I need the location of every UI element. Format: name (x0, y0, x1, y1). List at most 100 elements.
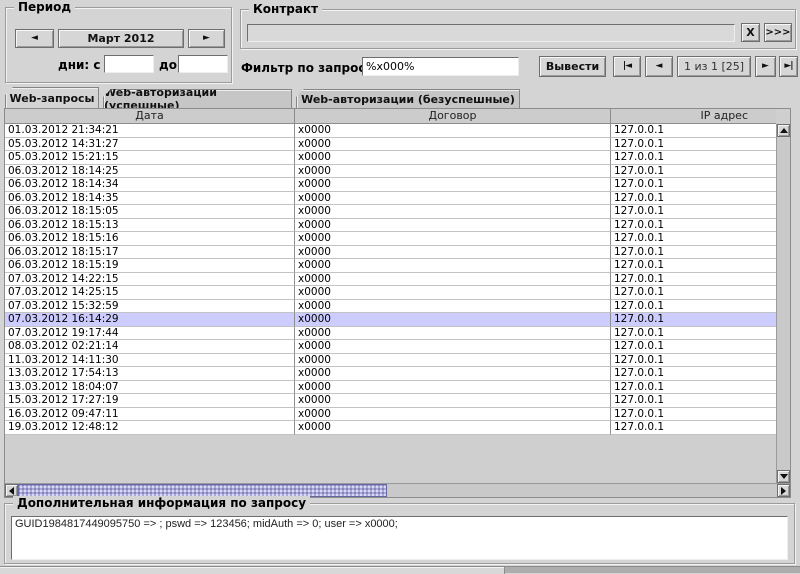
scroll-up-button[interactable] (777, 124, 790, 137)
table-cell-date: 01.03.2012 21:34:21 (5, 124, 295, 138)
table-row[interactable]: 06.03.2012 18:14:35x0000127.0.0.1 (5, 192, 776, 206)
outer-horizontal-scrollbar[interactable] (0, 566, 800, 573)
table-cell-date: 06.03.2012 18:14:35 (5, 192, 295, 206)
table-cell-contract: x0000 (295, 178, 611, 192)
table-cell-ip: 127.0.0.1 (611, 138, 776, 152)
table-row[interactable]: 06.03.2012 18:15:05x0000127.0.0.1 (5, 205, 776, 219)
table-cell-contract: x0000 (295, 205, 611, 219)
table-row[interactable]: 06.03.2012 18:15:19x0000127.0.0.1 (5, 259, 776, 273)
prev-month-button[interactable]: ◄ (15, 29, 54, 48)
next-month-button[interactable]: ► (188, 29, 225, 48)
contract-select-button[interactable]: >>> (764, 23, 792, 42)
tab-web-auth-fail[interactable]: Web-авторизации (безуспешные) (296, 89, 520, 108)
table-row[interactable]: 08.03.2012 02:21:14x0000127.0.0.1 (5, 340, 776, 354)
scroll-right-icon (781, 487, 786, 495)
table-cell-ip: 127.0.0.1 (611, 232, 776, 246)
table-cell-ip: 127.0.0.1 (611, 381, 776, 395)
day-from-input[interactable] (104, 55, 154, 73)
table-row[interactable]: 05.03.2012 14:31:27x0000127.0.0.1 (5, 138, 776, 152)
table-cell-date: 15.03.2012 17:27:19 (5, 394, 295, 408)
contract-clear-button[interactable]: X (741, 23, 760, 42)
table-cell-contract: x0000 (295, 232, 611, 246)
table-cell-contract: x0000 (295, 421, 611, 435)
table-row[interactable]: 06.03.2012 18:15:16x0000127.0.0.1 (5, 232, 776, 246)
scroll-right-button[interactable] (777, 484, 790, 497)
table-cell-ip: 127.0.0.1 (611, 178, 776, 192)
table-row[interactable]: 07.03.2012 19:17:44x0000127.0.0.1 (5, 327, 776, 341)
filter-input[interactable] (362, 57, 519, 76)
table-cell-contract: x0000 (295, 138, 611, 152)
pager-counter: 1 из 1 [25] (677, 56, 751, 77)
table-cell-date: 07.03.2012 19:17:44 (5, 327, 295, 341)
request-info-text[interactable]: GUID1984817449095750 => ; pswd => 123456… (11, 516, 788, 560)
table-cell-date: 07.03.2012 14:22:15 (5, 273, 295, 287)
table-row[interactable]: 06.03.2012 18:15:17x0000127.0.0.1 (5, 246, 776, 260)
table-row[interactable]: 07.03.2012 14:25:15x0000127.0.0.1 (5, 286, 776, 300)
contract-title: Контракт (249, 2, 322, 16)
next-month-icon: ► (203, 34, 210, 43)
days-from-label: дни: с (58, 58, 100, 72)
prev-month-icon: ◄ (31, 34, 38, 43)
table-cell-contract: x0000 (295, 165, 611, 179)
scroll-up-icon (780, 128, 788, 133)
table-cell-contract: x0000 (295, 124, 611, 138)
vertical-scrollbar[interactable] (776, 124, 790, 483)
scroll-left-icon (9, 487, 14, 495)
table-row[interactable]: 07.03.2012 16:14:29x0000127.0.0.1 (5, 313, 776, 327)
column-header-contract[interactable]: Договор (295, 109, 611, 124)
table-cell-contract: x0000 (295, 394, 611, 408)
table-cell-contract: x0000 (295, 273, 611, 287)
table-cell-contract: x0000 (295, 246, 611, 260)
table-cell-ip: 127.0.0.1 (611, 151, 776, 165)
table-header: Дата Договор IP адрес (5, 109, 776, 124)
tab-web-auth-success[interactable]: Web-авторизации (успешные) (103, 89, 292, 108)
app-window: { "period": { "title": "Период", "prev_i… (0, 0, 800, 573)
table-cell-date: 05.03.2012 15:21:15 (5, 151, 295, 165)
table-row[interactable]: 19.03.2012 12:48:12x0000127.0.0.1 (5, 421, 776, 435)
pager-last-button[interactable]: ►| (779, 56, 798, 77)
pager-first-button[interactable]: |◄ (613, 56, 641, 77)
table-cell-date: 06.03.2012 18:15:17 (5, 246, 295, 260)
pager-prev-button[interactable]: ◄ (645, 56, 673, 77)
table-cell-contract: x0000 (295, 192, 611, 206)
additional-info-title: Дополнительная информация по запросу (13, 496, 310, 510)
table-cell-contract: x0000 (295, 408, 611, 422)
horizontal-scrollbar[interactable] (5, 483, 790, 497)
table-row[interactable]: 06.03.2012 18:14:34x0000127.0.0.1 (5, 178, 776, 192)
table-cell-ip: 127.0.0.1 (611, 367, 776, 381)
table-row[interactable]: 06.03.2012 18:14:25x0000127.0.0.1 (5, 165, 776, 179)
table-cell-date: 07.03.2012 15:32:59 (5, 300, 295, 314)
requests-table: Дата Договор IP адрес 01.03.2012 21:34:2… (4, 108, 791, 498)
prev-page-icon: ◄ (656, 62, 663, 71)
scroll-down-icon (780, 474, 788, 479)
table-cell-date: 08.03.2012 02:21:14 (5, 340, 295, 354)
table-row[interactable]: 06.03.2012 18:15:13x0000127.0.0.1 (5, 219, 776, 233)
table-row[interactable]: 07.03.2012 15:32:59x0000127.0.0.1 (5, 300, 776, 314)
table-cell-contract: x0000 (295, 259, 611, 273)
table-row[interactable]: 05.03.2012 15:21:15x0000127.0.0.1 (5, 151, 776, 165)
table-cell-contract: x0000 (295, 354, 611, 368)
day-to-input[interactable] (178, 55, 228, 73)
tab-web-requests[interactable]: Web-запросы (5, 87, 99, 108)
table-rows: 01.03.2012 21:34:21x0000127.0.0.105.03.2… (5, 124, 776, 483)
contract-field[interactable] (247, 24, 735, 42)
scroll-down-button[interactable] (777, 470, 790, 483)
table-cell-ip: 127.0.0.1 (611, 165, 776, 179)
column-header-date[interactable]: Дата (5, 109, 295, 124)
table-cell-ip: 127.0.0.1 (611, 246, 776, 260)
table-cell-contract: x0000 (295, 340, 611, 354)
table-row[interactable]: 13.03.2012 17:54:13x0000127.0.0.1 (5, 367, 776, 381)
table-row[interactable]: 07.03.2012 14:22:15x0000127.0.0.1 (5, 273, 776, 287)
filter-label: Фильтр по запросу: (241, 61, 378, 75)
table-row[interactable]: 16.03.2012 09:47:11x0000127.0.0.1 (5, 408, 776, 422)
apply-filter-button[interactable]: Вывести (539, 56, 606, 77)
table-row[interactable]: 01.03.2012 21:34:21x0000127.0.0.1 (5, 124, 776, 138)
table-cell-ip: 127.0.0.1 (611, 394, 776, 408)
table-row[interactable]: 15.03.2012 17:27:19x0000127.0.0.1 (5, 394, 776, 408)
period-panel: Период ◄ Март 2012 ► дни: с до (5, 7, 232, 83)
month-button[interactable]: Март 2012 (58, 29, 184, 48)
table-row[interactable]: 13.03.2012 18:04:07x0000127.0.0.1 (5, 381, 776, 395)
table-row[interactable]: 11.03.2012 14:11:30x0000127.0.0.1 (5, 354, 776, 368)
column-header-ip[interactable]: IP адрес (611, 109, 776, 124)
pager-next-button[interactable]: ► (755, 56, 776, 77)
